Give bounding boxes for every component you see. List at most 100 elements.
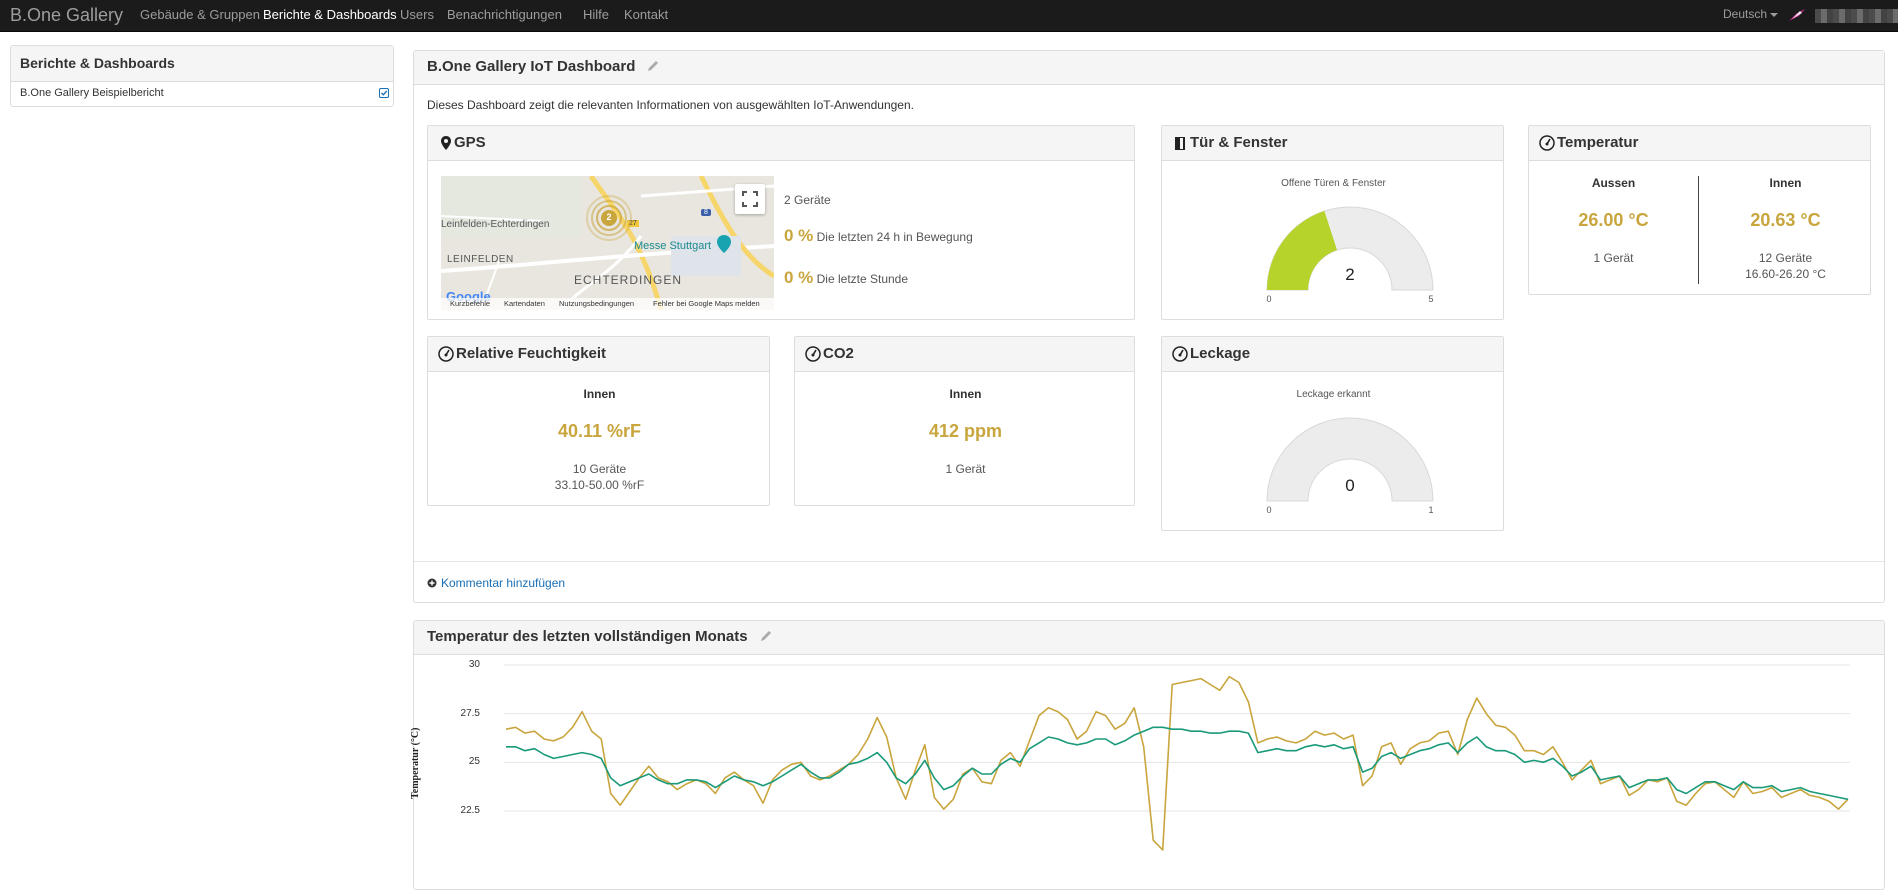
co2-title: CO2	[823, 345, 854, 362]
user-name-redacted[interactable]	[1815, 9, 1898, 23]
edit-pencil-icon[interactable]	[646, 59, 660, 73]
dashboard-description: Dieses Dashboard zeigt die relevanten In…	[427, 98, 914, 112]
chart-series-line-1[interactable]	[505, 675, 1849, 851]
language-dropdown[interactable]: Deutsch	[1723, 0, 1779, 32]
leak-gauge-subtitle: Leckage erkannt	[1296, 389, 1371, 400]
co2-devices: 1 Gerät	[945, 462, 986, 476]
map-label-echterdingen: ECHTERDINGEN	[574, 273, 683, 287]
gps-widget: GPS Leinfelden-Echterdingen LEINFELDEN E…	[427, 125, 1135, 320]
sidebar-title: Berichte & Dashboards	[20, 55, 175, 71]
chart-y-axis-label: Temperatur (°C)	[410, 727, 421, 800]
language-label: Deutsch	[1723, 7, 1768, 21]
humidity-range: 33.10-50.00 %rF	[554, 478, 645, 492]
dashboard-divider	[414, 561, 1884, 562]
humidity-label: Innen	[583, 387, 616, 401]
leak-header: Leckage	[1162, 337, 1503, 372]
sidebar-item-report[interactable]: B.One Gallery Beispielbericht	[20, 87, 164, 99]
nav-item-buildings[interactable]: Gebäude & Gruppen	[140, 0, 260, 32]
leak-gauge-value: 0	[1345, 476, 1355, 495]
gps-header: GPS	[428, 126, 1134, 161]
map-label-leinfelden-echterdingen: Leinfelden-Echterdingen	[441, 219, 550, 230]
gps-moving-24h: 0 % Die letzten 24 h in Bewegung	[784, 226, 973, 246]
co2-value: 412 ppm	[928, 421, 1003, 441]
nav-item-contact[interactable]: Kontakt	[624, 0, 668, 32]
gps-moving-24h-label: Die letzten 24 h in Bewegung	[816, 230, 973, 244]
temperature-outside-devices: 1 Gerät	[1593, 251, 1634, 265]
chart-panel-title: Temperatur des letzten vollständigen Mon…	[427, 628, 748, 645]
gauge-icon	[438, 346, 454, 362]
chevron-down-icon	[1770, 12, 1779, 17]
door-gauge-value: 2	[1345, 265, 1355, 284]
add-comment-link[interactable]: Kommentar hinzufügen	[427, 576, 565, 590]
fullscreen-button[interactable]	[735, 184, 765, 214]
temperature-widget: Temperatur Aussen 26.00 °C 1 Gerät Innen…	[1528, 125, 1871, 295]
map-marker-icon	[441, 136, 451, 150]
gps-title: GPS	[454, 134, 486, 151]
temperature-inside-devices: 12 Geräte	[1758, 251, 1813, 265]
gauge-icon	[1172, 346, 1188, 362]
co2-label: Innen	[949, 387, 982, 401]
nav-item-help[interactable]: Hilfe	[583, 0, 609, 32]
map-footer-shortcuts[interactable]: Kurzbefehle	[450, 299, 490, 308]
door-gauge-max: 5	[1428, 294, 1434, 304]
leak-gauge-min: 0	[1266, 505, 1272, 515]
top-navbar: B.One Gallery Gebäude & Gruppen Berichte…	[0, 0, 1898, 32]
sidebar-header: Berichte & Dashboards	[11, 46, 393, 82]
fullscreen-icon	[742, 191, 758, 207]
door-window-title: Tür & Fenster	[1190, 134, 1288, 151]
edit-pencil-icon[interactable]	[759, 629, 773, 643]
door-gauge-subtitle: Offene Türen & Fenster	[1281, 178, 1386, 189]
nav-item-notifications[interactable]: Benachrichtigungen	[447, 0, 562, 32]
humidity-header: Relative Feuchtigkeit	[428, 337, 769, 372]
temperature-title: Temperatur	[1557, 134, 1639, 151]
place-pin-icon	[717, 235, 731, 253]
map-footer-terms[interactable]: Nutzungsbedingungen	[559, 299, 634, 308]
gps-devices-count: 2 Geräte	[784, 193, 831, 207]
co2-header: CO2	[795, 337, 1134, 372]
leak-gauge-max: 1	[1428, 505, 1434, 515]
gps-map[interactable]: Leinfelden-Echterdingen LEINFELDEN ECHTE…	[441, 176, 774, 310]
door-icon	[1175, 137, 1185, 150]
nav-item-reports[interactable]: Berichte & Dashboards	[263, 0, 397, 32]
leak-title: Leckage	[1190, 345, 1251, 362]
humidity-title: Relative Feuchtigkeit	[456, 345, 607, 362]
map-label-leinfelden: LEINFELDEN	[447, 254, 514, 265]
chart-panel-header: Temperatur des letzten vollständigen Mon…	[414, 621, 1884, 655]
brand-logo[interactable]: B.One Gallery	[10, 5, 123, 26]
nav-item-users[interactable]: Users	[400, 0, 434, 32]
map-footer-report[interactable]: Fehler bei Google Maps melden	[653, 299, 760, 308]
temperature-inside-value: 20.63 °C	[1750, 210, 1821, 230]
leak-widget: Leckage Leckage erkannt 0 0 1	[1161, 336, 1504, 531]
temperature-outside-label: Aussen	[1591, 176, 1636, 190]
user-logo-icon[interactable]	[1788, 7, 1806, 23]
door-gauge-min: 0	[1266, 294, 1272, 304]
map-footer-mapdata[interactable]: Kartendaten	[504, 299, 545, 308]
dashboard-title: B.One Gallery IoT Dashboard	[427, 58, 636, 75]
dashboard-panel: B.One Gallery IoT Dashboard Dieses Dashb…	[413, 50, 1885, 603]
temperature-outside-value: 26.00 °C	[1578, 210, 1649, 230]
map-label-messe: Messe Stuttgart	[634, 240, 712, 252]
gps-last-hour-label: Die letzte Stunde	[816, 272, 909, 286]
map-footer: Kurzbefehle Kartendaten Nutzungsbedingun…	[441, 298, 774, 310]
cluster-count: 2	[606, 212, 612, 222]
dashboard-header: B.One Gallery IoT Dashboard	[414, 51, 1884, 85]
chart-y-tick-label: 27.5	[460, 707, 480, 719]
plus-circle-icon	[427, 578, 437, 588]
door-window-header: Tür & Fenster	[1162, 126, 1503, 161]
gps-moving-24h-value: 0 %	[784, 226, 814, 245]
gauge-icon	[1539, 135, 1555, 151]
door-window-widget: Tür & Fenster Offene Türen & Fenster 2 0…	[1161, 125, 1504, 320]
add-comment-label: Kommentar hinzufügen	[441, 576, 566, 590]
temperature-inside-range: 16.60-26.20 °C	[1745, 267, 1826, 281]
chart-series-line-2[interactable]	[506, 726, 1849, 801]
chart-y-tick-label: 22.5	[460, 805, 480, 816]
gauge-icon	[805, 346, 821, 362]
humidity-value: 40.11 %rF	[557, 421, 642, 441]
temperature-chart-panel: Temperatur des letzten vollständigen Mon…	[410, 620, 1885, 890]
gps-last-hour-value: 0 %	[784, 268, 814, 287]
temperature-inside-label: Innen	[1769, 176, 1802, 190]
checkbox-checked-icon[interactable]	[379, 88, 389, 98]
co2-widget: CO2 Innen 412 ppm 1 Gerät	[794, 336, 1135, 506]
humidity-widget: Relative Feuchtigkeit Innen 40.11 %rF 10…	[427, 336, 770, 506]
chart-y-tick-label: 30	[468, 659, 480, 670]
